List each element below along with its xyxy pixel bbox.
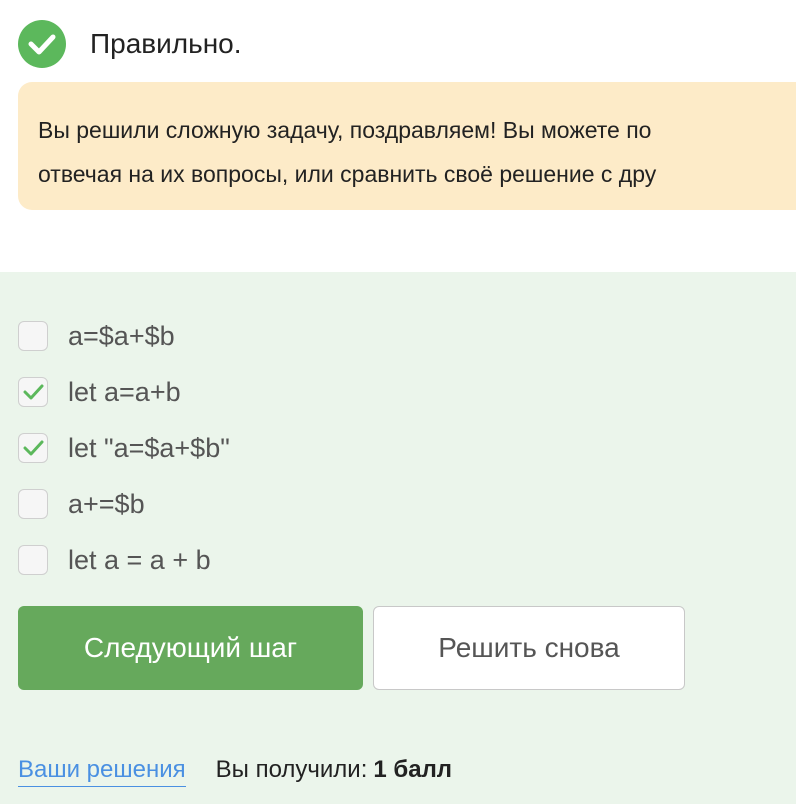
checkbox[interactable] xyxy=(18,321,48,351)
your-solutions-link[interactable]: Ваши решения xyxy=(18,756,186,787)
score-text: Вы получили: 1 балл xyxy=(216,756,452,784)
option-item[interactable]: a+=$b xyxy=(18,476,230,532)
solve-again-button[interactable]: Решить снова xyxy=(373,606,685,690)
options-list: a=$a+$b let a=a+b let "a=$a+$b" a+=$b le… xyxy=(18,308,230,588)
checkmark-icon xyxy=(28,34,56,55)
feedback-message: Вы решили сложную задачу, поздравляем! В… xyxy=(18,82,796,210)
option-item[interactable]: a=$a+$b xyxy=(18,308,230,364)
option-label: let "a=$a+$b" xyxy=(68,432,230,463)
feedback-line-1: Вы решили сложную задачу, поздравляем! В… xyxy=(38,117,652,143)
result-status: Правильно. xyxy=(18,20,242,68)
option-label: a+=$b xyxy=(68,488,145,519)
feedback-line-2: отвечая на их вопросы, или сравнить своё… xyxy=(38,161,657,187)
option-label: a=$a+$b xyxy=(68,320,175,351)
option-item[interactable]: let a=a+b xyxy=(18,364,230,420)
score-prefix: Вы получили: xyxy=(215,756,368,783)
status-text: Правильно. xyxy=(90,28,242,59)
checkmark-circle-icon xyxy=(18,20,66,68)
checkbox[interactable] xyxy=(18,433,48,463)
option-item[interactable]: let a = a + b xyxy=(18,532,230,588)
step-result-page: Правильно. Вы решили сложную задачу, поз… xyxy=(0,0,796,804)
score-value: 1 балл xyxy=(373,756,453,783)
option-item[interactable]: let "a=$a+$b" xyxy=(18,420,230,476)
check-mark-icon xyxy=(23,440,44,456)
next-step-button[interactable]: Следующий шаг xyxy=(18,606,363,690)
checkbox[interactable] xyxy=(18,489,48,519)
quiz-area: a=$a+$b let a=a+b let "a=$a+$b" a+=$b le… xyxy=(0,272,796,804)
action-buttons: Следующий шаг Решить снова xyxy=(18,606,685,690)
option-label: let a = a + b xyxy=(68,544,211,575)
checkbox[interactable] xyxy=(18,545,48,575)
checkbox[interactable] xyxy=(18,377,48,407)
option-label: let a=a+b xyxy=(68,376,181,407)
check-mark-icon xyxy=(23,384,44,400)
footer: Ваши решения Вы получили: 1 балл xyxy=(18,756,452,787)
